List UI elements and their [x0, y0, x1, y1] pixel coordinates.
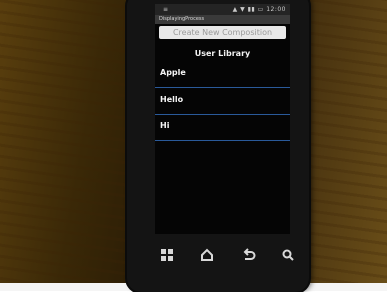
back-icon[interactable]: [241, 247, 257, 263]
library-item-apple[interactable]: Apple: [155, 62, 290, 88]
create-composition-button[interactable]: Create New Composition: [159, 26, 286, 39]
library-item-hello[interactable]: Hello: [155, 89, 290, 115]
status-bar: ≡ ▲ ▼ ▮▮ ▭ 12:00: [155, 4, 290, 15]
library-item-label: Hi: [160, 121, 170, 130]
home-icon[interactable]: [199, 247, 215, 263]
hardware-nav-bar: [153, 244, 298, 266]
phone-screen: ≡ ▲ ▼ ▮▮ ▭ 12:00 DisplayingProcess Creat…: [155, 4, 290, 234]
library-title: User Library: [194, 49, 251, 58]
menu-icon: ≡: [163, 6, 169, 13]
search-icon[interactable]: [280, 247, 296, 263]
library-item-label: Hello: [160, 95, 184, 104]
grid-icon[interactable]: [159, 247, 175, 263]
library-item-label: Apple: [160, 68, 186, 77]
status-indicators: ▲ ▼ ▮▮ ▭ 12:00: [232, 6, 286, 13]
app-title: DisplayingProcess: [155, 15, 290, 24]
library-item-hi[interactable]: Hi: [155, 115, 290, 141]
